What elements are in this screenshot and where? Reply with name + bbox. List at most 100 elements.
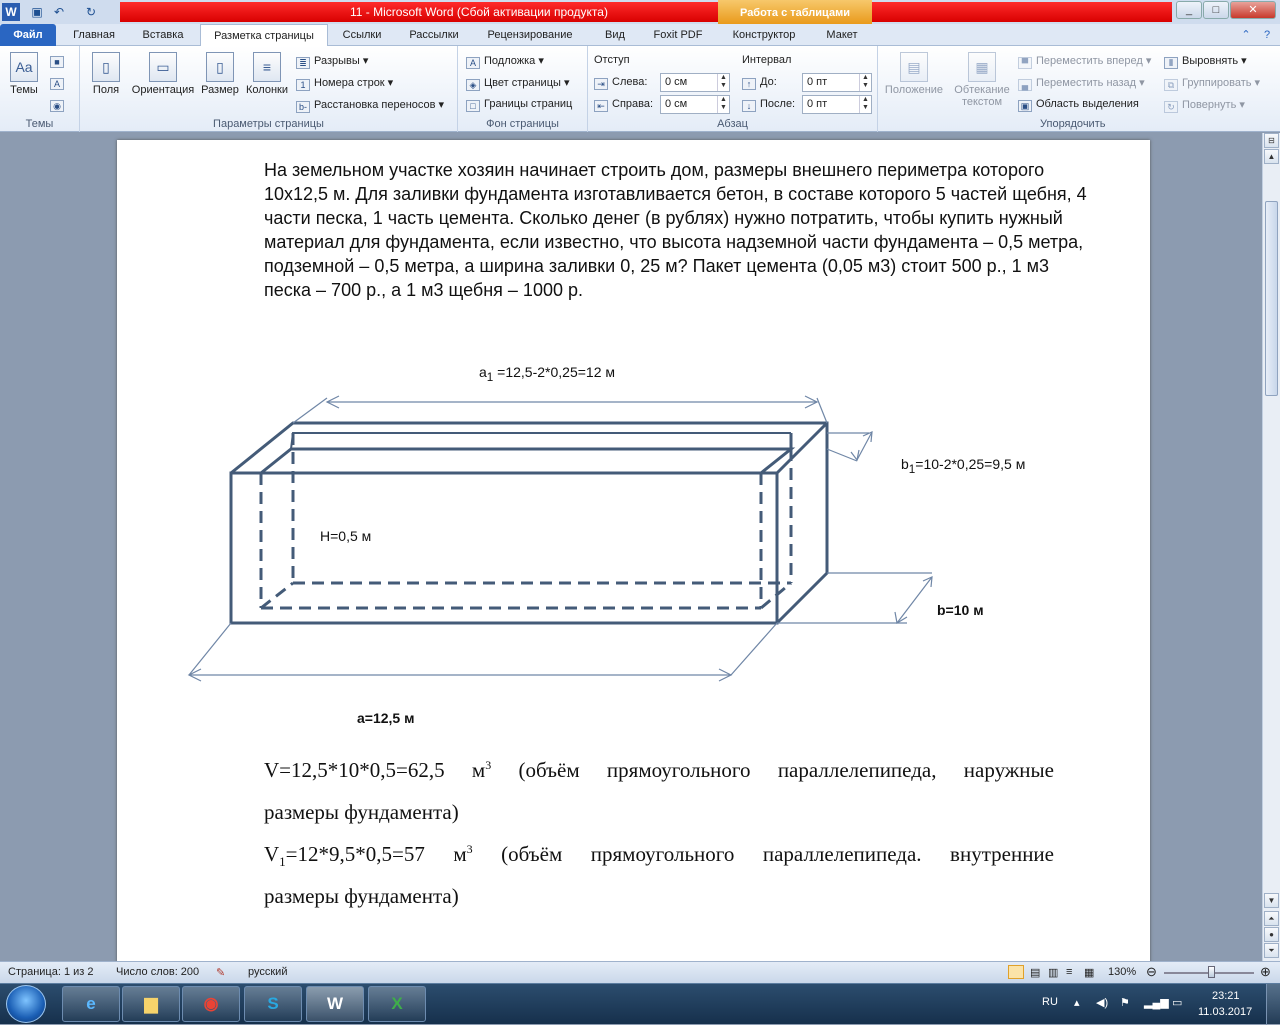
theme-fonts-button[interactable]: A xyxy=(50,76,68,90)
tray-expand-icon[interactable]: ▴ xyxy=(1074,996,1080,1009)
tab-insert[interactable]: Вставка xyxy=(132,24,194,46)
align-button[interactable]: ⫴ Выровнять ▾ xyxy=(1164,54,1247,69)
zoom-level[interactable]: 130% xyxy=(1108,966,1136,978)
a1-extension-right xyxy=(816,397,828,424)
zoom-in-icon[interactable]: ⊕ xyxy=(1260,964,1271,980)
scroll-up-icon[interactable]: ▲ xyxy=(1264,149,1279,164)
show-desktop-button[interactable] xyxy=(1266,984,1280,1025)
document-page[interactable]: На земельном участке хозяин начинает стр… xyxy=(117,140,1150,961)
minimize-button[interactable]: _ xyxy=(1176,1,1202,19)
web-layout-icon[interactable]: ▥ xyxy=(1048,966,1058,979)
clock-time[interactable]: 23:21 xyxy=(1212,990,1240,1002)
next-page-icon[interactable]: ⏷ xyxy=(1264,943,1279,958)
margins-icon: ▯ xyxy=(92,52,120,82)
print-layout-icon[interactable] xyxy=(1008,965,1024,979)
word-app-icon[interactable]: W xyxy=(2,3,20,21)
orientation-button[interactable]: ▭ Ориентация xyxy=(128,52,198,96)
formula-v-line1[interactable]: V=12,5*10*0,5=62,5 м3 (объём прямоугольн… xyxy=(264,758,1064,783)
zoom-slider-thumb[interactable] xyxy=(1208,966,1215,978)
tab-design[interactable]: Конструктор xyxy=(722,24,806,46)
spin-arrows-icon[interactable]: ▲ ▼ xyxy=(859,96,871,113)
formula-v-line2[interactable]: размеры фундамента) xyxy=(264,800,1064,825)
undo-icon[interactable]: ↶ xyxy=(50,3,68,21)
theme-effects-button[interactable]: ◉ xyxy=(50,98,68,112)
vertical-scrollbar[interactable]: ⊟ ▲ ▼ ⏶ ● ⏷ xyxy=(1262,133,1280,961)
browse-object-icon[interactable]: ● xyxy=(1264,927,1279,942)
spacing-before-field[interactable]: 0 пт ▲ ▼ xyxy=(802,73,872,92)
full-screen-icon[interactable]: ▤ xyxy=(1030,966,1040,979)
watermark-button[interactable]: A Подложка ▾ xyxy=(466,54,544,69)
hyphenation-button[interactable]: b- Расстановка переносов ▾ xyxy=(296,98,444,113)
start-button[interactable] xyxy=(6,985,46,1023)
theme-colors-button[interactable]: ■ xyxy=(50,54,68,68)
size-button[interactable]: ▯ Размер xyxy=(200,52,240,96)
margins-button[interactable]: ▯ Поля xyxy=(88,52,124,96)
foundation-diagram[interactable] xyxy=(117,140,1150,750)
chrome-icon[interactable]: ◉ xyxy=(182,986,240,1022)
tab-mailings[interactable]: Рассылки xyxy=(398,24,470,46)
keyboard-language[interactable]: RU xyxy=(1042,996,1058,1008)
tab-references[interactable]: Ссылки xyxy=(334,24,390,46)
save-icon[interactable]: ▣ xyxy=(28,3,46,21)
outline-icon[interactable]: ≡ xyxy=(1066,966,1072,978)
scroll-down-icon[interactable]: ▼ xyxy=(1264,893,1279,908)
tab-review[interactable]: Рецензирование xyxy=(478,24,582,46)
columns-button[interactable]: ≡ Колонки xyxy=(242,52,292,96)
close-button[interactable]: ✕ xyxy=(1230,1,1276,19)
tab-page-layout[interactable]: Разметка страницы xyxy=(200,24,328,47)
word-count[interactable]: Число слов: 200 xyxy=(116,966,199,978)
ruler-toggle-icon[interactable]: ⊟ xyxy=(1264,133,1279,148)
spin-arrows-icon[interactable]: ▲ ▼ xyxy=(717,74,729,91)
spin-arrows-icon[interactable]: ▲ ▼ xyxy=(717,96,729,113)
skype-icon[interactable]: S xyxy=(244,986,302,1022)
indent-left-field[interactable]: 0 см ▲ ▼ xyxy=(660,73,730,92)
network-icon[interactable]: ▂▄▆ xyxy=(1144,996,1169,1009)
clock-date[interactable]: 11.03.2017 xyxy=(1198,1006,1252,1018)
position-icon: ▤ xyxy=(900,52,928,82)
formula-v1-line1[interactable]: V1=12*9,5*0,5=57 м3 (объём прямоугольног… xyxy=(264,842,1064,870)
scroll-thumb[interactable] xyxy=(1265,201,1278,396)
page-color-button[interactable]: ◈ Цвет страницы ▾ xyxy=(466,76,569,91)
spin-arrows-icon[interactable]: ▲ ▼ xyxy=(859,74,871,91)
redo-icon[interactable]: ↻ xyxy=(82,3,100,21)
inner-bottom-left-dashed xyxy=(260,581,294,610)
maximize-button[interactable]: □ xyxy=(1203,1,1229,19)
a-extension-left xyxy=(188,622,232,676)
tab-home[interactable]: Главная xyxy=(62,24,126,46)
breaks-button[interactable]: ≣ Разрывы ▾ xyxy=(296,54,368,69)
selection-pane-button[interactable]: ▣ Область выделения xyxy=(1018,98,1139,112)
line-numbers-button[interactable]: 1 Номера строк ▾ xyxy=(296,76,393,91)
tab-foxit[interactable]: Foxit PDF xyxy=(646,24,710,46)
ribbon-minimize-icon[interactable]: ⌃ xyxy=(1238,24,1254,46)
action-center-icon[interactable]: ⚑ xyxy=(1120,996,1130,1009)
word-icon[interactable]: W xyxy=(306,986,364,1022)
themes-button[interactable]: Aa Темы xyxy=(6,52,42,96)
tab-view[interactable]: Вид xyxy=(590,24,640,46)
indent-right-field[interactable]: 0 см ▲ ▼ xyxy=(660,95,730,114)
display-icon[interactable]: ▭ xyxy=(1172,996,1182,1009)
ie-icon[interactable]: e xyxy=(62,986,120,1022)
tab-file[interactable]: Файл xyxy=(0,24,56,46)
zoom-out-icon[interactable]: ⊖ xyxy=(1146,964,1157,980)
tab-table-layout[interactable]: Макет xyxy=(814,24,870,46)
position-button[interactable]: ▤ Положение xyxy=(882,52,946,96)
help-icon[interactable]: ? xyxy=(1258,24,1276,46)
formula-v1-line2[interactable]: размеры фундамента) xyxy=(264,884,1064,909)
language-indicator[interactable]: русский xyxy=(248,966,287,978)
explorer-icon[interactable]: ▆ xyxy=(122,986,180,1022)
document-area[interactable]: На земельном участке хозяин начинает стр… xyxy=(0,133,1262,961)
draft-icon[interactable]: ▦ xyxy=(1084,966,1094,979)
group-objects-button[interactable]: ⧉ Группировать ▾ xyxy=(1164,76,1260,91)
spacing-after-field[interactable]: 0 пт ▲ ▼ xyxy=(802,95,872,114)
spellcheck-icon[interactable]: ✎ xyxy=(216,966,225,979)
bring-forward-button[interactable]: ▀ Переместить вперед ▾ xyxy=(1018,54,1151,69)
formula-v-unit: м3 xyxy=(472,758,491,783)
volume-icon[interactable]: ◀) xyxy=(1096,996,1108,1009)
excel-icon[interactable]: X xyxy=(368,986,426,1022)
previous-page-icon[interactable]: ⏶ xyxy=(1264,911,1279,926)
wrap-text-button[interactable]: ▦ Обтекание текстом xyxy=(948,52,1016,108)
page-count[interactable]: Страница: 1 из 2 xyxy=(8,966,94,978)
page-borders-button[interactable]: □ Границы страниц xyxy=(466,98,572,112)
rotate-button[interactable]: ↻ Повернуть ▾ xyxy=(1164,98,1245,113)
send-backward-button[interactable]: ▄ Переместить назад ▾ xyxy=(1018,76,1145,91)
